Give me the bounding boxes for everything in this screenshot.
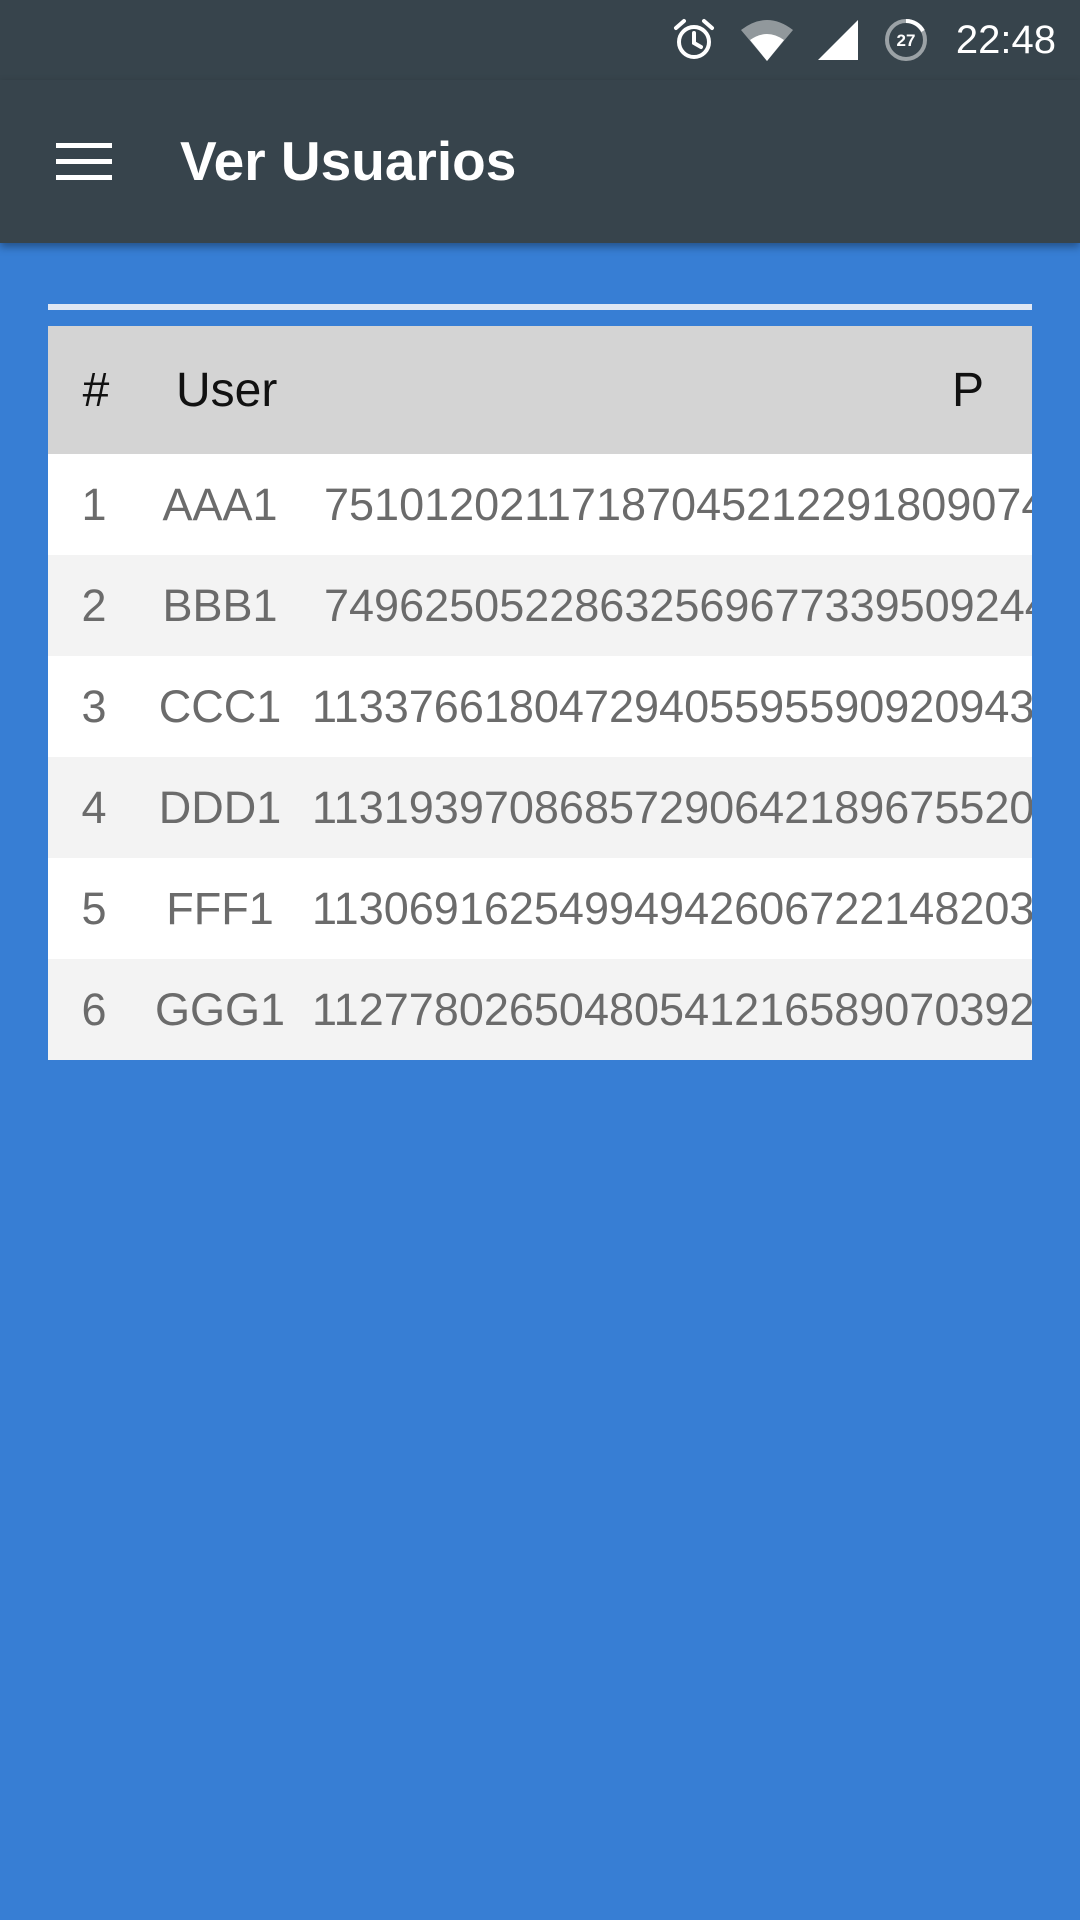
- row-password: 75101202117187045212291809074: [324, 478, 1032, 530]
- row-user: GGG1: [154, 983, 286, 1035]
- wifi-icon: [740, 20, 793, 61]
- users-table[interactable]: # User P 1 AAA1 751012021171870452122918…: [48, 326, 1032, 1060]
- hamburger-menu-button[interactable]: [36, 120, 132, 204]
- table-row: 3 CCC1 113376618047294055955909209436: [48, 656, 1032, 757]
- row-password: 113376618047294055955909209436: [312, 680, 1032, 732]
- notification-badge-text: 27: [896, 31, 915, 50]
- row-user: AAA1: [162, 478, 278, 530]
- table-header-row: # User P: [48, 326, 1032, 454]
- alarm-icon: [673, 19, 714, 59]
- table-row: 6 GGG1 112778026504805412165890703924: [48, 959, 1032, 1060]
- row-number: 2: [81, 579, 107, 631]
- row-password: 113193970868572906421896755204: [312, 781, 1032, 833]
- status-icons: 27 22:48: [670, 0, 1056, 80]
- row-user: FFF1: [166, 882, 274, 934]
- row-number: 6: [81, 983, 107, 1035]
- row-user: DDD1: [158, 781, 282, 833]
- status-bar: 27 22:48: [0, 0, 1080, 80]
- status-time: 22:48: [955, 17, 1056, 62]
- app-bar: Ver Usuarios: [0, 80, 1080, 243]
- row-password: 74962505228632569677339509244: [324, 579, 1032, 631]
- hamburger-menu-icon: [56, 143, 112, 180]
- row-number: 4: [81, 781, 107, 833]
- row-number: 3: [81, 680, 107, 732]
- signal-icon: [817, 20, 858, 60]
- column-header-password: P: [951, 363, 984, 417]
- table-row: 2 BBB1 74962505228632569677339509244: [48, 555, 1032, 656]
- column-header-number: #: [82, 363, 110, 417]
- row-password: 112778026504805412165890703924: [312, 983, 1032, 1035]
- table-row: 5 FFF1 113069162549949426067221482036: [48, 858, 1032, 959]
- row-password: 113069162549949426067221482036: [312, 882, 1032, 934]
- row-number: 1: [81, 478, 107, 530]
- column-header-user: User: [176, 363, 278, 417]
- data-saver-icon: 27: [884, 18, 927, 61]
- users-table-card: # User P 1 AAA1 751012021171870452122918…: [48, 304, 1032, 1060]
- table-row: 4 DDD1 113193970868572906421896755204: [48, 757, 1032, 858]
- page-title: Ver Usuarios: [180, 130, 517, 192]
- row-user: BBB1: [162, 579, 278, 631]
- table-row: 1 AAA1 75101202117187045212291809074: [48, 454, 1032, 555]
- row-number: 5: [81, 882, 107, 934]
- row-user: CCC1: [158, 680, 282, 732]
